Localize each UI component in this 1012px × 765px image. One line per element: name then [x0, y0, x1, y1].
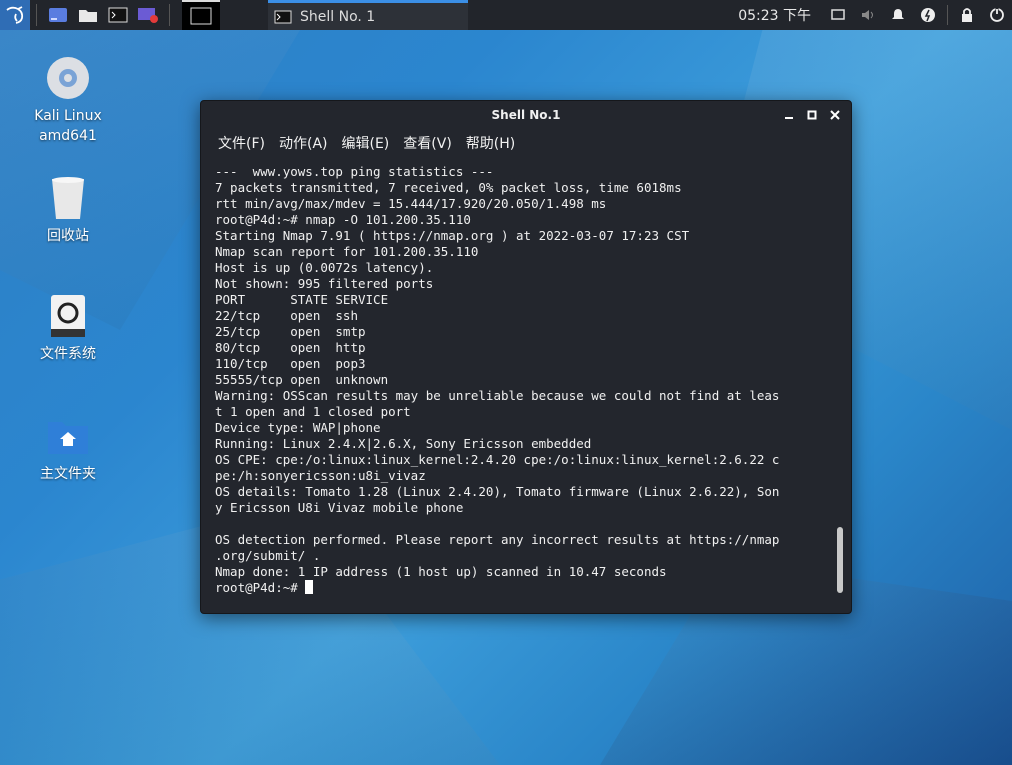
- desktop-icon-home[interactable]: 主文件夹: [18, 412, 118, 484]
- folder-icon: [79, 10, 97, 22]
- menu-actions[interactable]: 动作(A): [279, 133, 328, 153]
- taskbar-shell-window[interactable]: Shell No. 1: [268, 0, 468, 30]
- terminal-line: 22/tcp open ssh: [215, 308, 358, 323]
- menu-bar: 文件(F) 动作(A) 编辑(E) 查看(V) 帮助(H): [201, 129, 851, 157]
- menu-edit[interactable]: 编辑(E): [342, 133, 390, 153]
- terminal-line: OS details: Tomato 1.28 (Linux 2.4.20), …: [215, 484, 780, 499]
- terminal-line: Running: Linux 2.4.X|2.6.X, Sony Ericsso…: [215, 436, 592, 451]
- desktop-icon-kali-linux[interactable]: Kali Linux amd641: [18, 54, 118, 146]
- terminal-scrollbar[interactable]: [837, 157, 843, 597]
- terminal-output[interactable]: --- www.yows.top ping statistics --- 7 pa…: [215, 164, 825, 604]
- terminal-line: pe:/h:sonyericsson:u8i_vivaz: [215, 468, 426, 483]
- close-button[interactable]: [827, 107, 843, 123]
- trash-icon: [44, 174, 92, 222]
- hard-drive-icon: [44, 292, 92, 340]
- terminal-launch-button[interactable]: [106, 4, 130, 26]
- terminal-line: y Ericsson U8i Vivaz mobile phone: [215, 500, 464, 515]
- kali-dragon-icon: [6, 6, 24, 24]
- power-manager-icon[interactable]: [918, 5, 938, 25]
- maximize-button[interactable]: [804, 107, 820, 123]
- minimize-button[interactable]: [781, 107, 797, 123]
- terminal-line: Not shown: 995 filtered ports: [215, 276, 434, 291]
- terminal-line: Nmap scan report for 101.200.35.110: [215, 244, 479, 259]
- show-desktop-button[interactable]: [46, 4, 70, 26]
- panel-separator: [36, 4, 37, 26]
- terminal-line: OS detection performed. Please report an…: [215, 532, 780, 547]
- scrollbar-thumb[interactable]: [837, 527, 843, 593]
- maximize-icon: [807, 110, 817, 120]
- terminal-line: 110/tcp open pop3: [215, 356, 366, 371]
- terminal-prompt: root@P4d:~#: [215, 580, 306, 595]
- screen-recorder-icon: [138, 8, 158, 23]
- optical-disc-icon: [44, 54, 92, 102]
- terminal-line: .org/submit/ .: [215, 548, 321, 563]
- desktop-icon-label: amd641: [39, 128, 97, 144]
- desktop-icon-label: 回收站: [47, 228, 89, 244]
- workspace-switcher[interactable]: [182, 0, 220, 30]
- terminal-line: Starting Nmap 7.91 ( https://nmap.org ) …: [215, 228, 690, 243]
- terminal-line: PORT STATE SERVICE: [215, 292, 389, 307]
- logout-icon[interactable]: [987, 5, 1007, 25]
- terminal-line: Nmap done: 1 IP address (1 host up) scan…: [215, 564, 667, 579]
- desktop-icon-label: 主文件夹: [40, 466, 96, 482]
- notification-bell-icon[interactable]: [888, 5, 908, 25]
- screen-icon[interactable]: [828, 5, 848, 25]
- terminal-line: --- www.yows.top ping statistics ---: [215, 164, 494, 179]
- terminal-prompt-line[interactable]: root@P4d:~#: [215, 580, 825, 596]
- terminal-line: Warning: OSScan results may be unreliabl…: [215, 388, 780, 403]
- panel-separator: [169, 4, 170, 26]
- volume-icon[interactable]: [858, 5, 878, 25]
- clock[interactable]: 05:23 下午: [738, 5, 811, 25]
- tray-separator: [947, 5, 948, 25]
- close-icon: [830, 110, 840, 120]
- window-titlebar[interactable]: Shell No.1: [201, 101, 851, 129]
- kali-menu-button[interactable]: [0, 0, 30, 30]
- terminal-line: Host is up (0.0072s latency).: [215, 260, 434, 275]
- desktop-icon: [49, 8, 67, 22]
- desktop-icon-label: 文件系统: [40, 346, 96, 362]
- terminal-line: 55555/tcp open unknown: [215, 372, 389, 387]
- desktop-icon-filesystem[interactable]: 文件系统: [18, 292, 118, 364]
- home-folder-icon: [44, 412, 92, 460]
- window-title: Shell No.1: [491, 108, 561, 122]
- terminal-line: 80/tcp open http: [215, 340, 366, 355]
- menu-help[interactable]: 帮助(H): [466, 133, 515, 153]
- terminal-line: OS CPE: cpe:/o:linux:linux_kernel:2.4.20…: [215, 452, 780, 467]
- terminal-line: rtt min/avg/max/mdev = 15.444/17.920/20.…: [215, 196, 607, 211]
- terminal-window-icon: [190, 7, 212, 25]
- terminal-icon: [274, 10, 292, 23]
- desktop-icon-trash[interactable]: 回收站: [18, 174, 118, 246]
- desktop-icon-label: Kali Linux: [34, 108, 102, 124]
- terminal-line: Device type: WAP|phone: [215, 420, 381, 435]
- terminal-window: Shell No.1 文件(F) 动作(A) 编辑(E) 查看(V) 帮助(H)…: [200, 100, 852, 614]
- menu-file[interactable]: 文件(F): [218, 133, 265, 153]
- file-manager-button[interactable]: [76, 4, 100, 26]
- taskbar-shell-label: Shell No. 1: [300, 8, 376, 25]
- terminal-line: root@P4d:~# nmap -O 101.200.35.110: [215, 212, 471, 227]
- menu-view[interactable]: 查看(V): [403, 133, 452, 153]
- terminal-line: 7 packets transmitted, 7 received, 0% pa…: [215, 180, 682, 195]
- terminal-line: t 1 open and 1 closed port: [215, 404, 411, 419]
- system-tray: 05:23 下午: [738, 0, 1012, 30]
- text-cursor: [305, 580, 314, 594]
- screen-recorder-button[interactable]: [136, 4, 160, 26]
- terminal-icon: [108, 7, 128, 23]
- top-panel: Shell No. 1 05:23 下午: [0, 0, 1012, 30]
- lock-icon[interactable]: [957, 5, 977, 25]
- minimize-icon: [785, 117, 793, 119]
- terminal-line: 25/tcp open smtp: [215, 324, 366, 339]
